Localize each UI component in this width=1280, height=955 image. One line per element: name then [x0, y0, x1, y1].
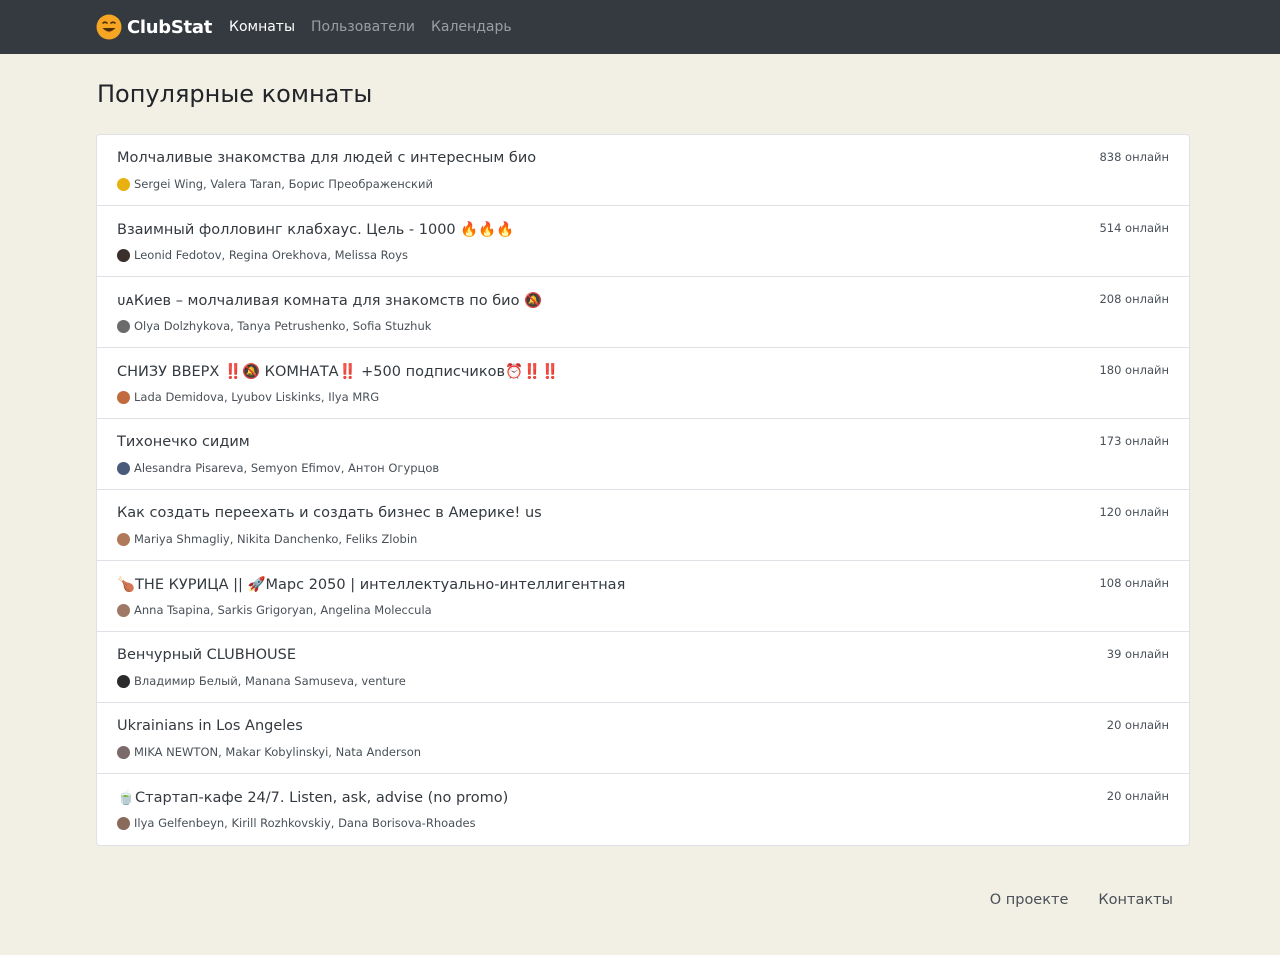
room-speakers-names: Alesandra Pisareva, Semyon Efimov, Антон… [134, 461, 440, 475]
footer: О проекте Контакты [960, 892, 1173, 908]
room-speakers: Ilya Gelfenbeyn, Kirill Rozhkovskiy, Dan… [117, 816, 476, 830]
room-speakers-names: Olya Dolzhykova, Tanya Petrushenko, Sofi… [134, 319, 432, 333]
room-row[interactable]: ᴜᴀКиев – молчаливая комната для знакомст… [97, 277, 1189, 348]
room-speakers-names: Ilya Gelfenbeyn, Kirill Rozhkovskiy, Dan… [134, 816, 476, 830]
room-speakers: Владимир Белый, Manana Samuseva, venture [117, 674, 406, 688]
main-nav: Комнаты Пользователи Календарь [229, 0, 528, 54]
brand-name: ClubStat [127, 16, 212, 38]
top-navbar: ClubStat Комнаты Пользователи Календарь [0, 0, 1280, 54]
avatar [117, 532, 130, 546]
room-online-count: 514 онлайн [1099, 221, 1169, 235]
room-online-count: 20 онлайн [1106, 789, 1169, 803]
room-speakers-names: MIKA NEWTON, Makar Kobylinskyi, Nata And… [134, 745, 422, 759]
room-row[interactable]: Венчурный CLUBHOUSE 39 онлайн Владимир Б… [97, 632, 1189, 703]
room-title[interactable]: Тихонечко сидим [117, 434, 250, 450]
smiley-face-icon [96, 14, 122, 40]
room-title[interactable]: Молчаливые знакомства для людей с интере… [117, 150, 536, 166]
room-row[interactable]: Тихонечко сидим 173 онлайн Alesandra Pis… [97, 419, 1189, 490]
room-speakers-names: Sergei Wing, Valera Taran, Борис Преобра… [134, 177, 433, 191]
room-title[interactable]: Ukrainians in Los Angeles [117, 718, 303, 734]
room-speakers-names: Leonid Fedotov, Regina Orekhova, Melissa… [134, 248, 408, 262]
avatar [117, 816, 130, 830]
room-online-count: 173 онлайн [1099, 434, 1169, 448]
room-online-count: 120 онлайн [1099, 505, 1169, 519]
room-row[interactable]: 🍵Стартап-кафе 24/7. Listen, ask, advise … [97, 774, 1189, 845]
room-speakers: Olya Dolzhykova, Tanya Petrushenko, Sofi… [117, 319, 431, 333]
room-speakers-names: Anna Tsapina, Sarkis Grigoryan, Angelina… [134, 603, 432, 617]
avatar [117, 674, 130, 688]
room-title[interactable]: 🍵Стартап-кафе 24/7. Listen, ask, advise … [117, 789, 508, 806]
room-online-count: 208 онлайн [1099, 292, 1169, 306]
room-speakers-names: Владимир Белый, Manana Samuseva, venture [134, 674, 406, 688]
room-row[interactable]: СНИЗУ ВВЕРХ ‼️🔕 КОМНАТА‼️ +500 подписчик… [97, 348, 1189, 419]
room-speakers: Mariya Shmagliy, Nikita Danchenko, Felik… [117, 532, 417, 546]
room-title[interactable]: СНИЗУ ВВЕРХ ‼️🔕 КОМНАТА‼️ +500 подписчик… [117, 363, 559, 380]
room-title[interactable]: 🍗THE КУРИЦА || 🚀Марс 2050 | интеллектуал… [117, 576, 625, 593]
avatar [117, 248, 130, 262]
room-online-count: 838 онлайн [1099, 150, 1169, 164]
room-title[interactable]: Взаимный фолловинг клабхаус. Цель - 1000… [117, 221, 514, 238]
room-online-count: 108 онлайн [1099, 576, 1169, 590]
room-online-count: 180 онлайн [1099, 363, 1169, 377]
room-title[interactable]: Как создать переехать и создать бизнес в… [117, 505, 542, 521]
avatar [117, 461, 130, 475]
avatar [117, 390, 130, 404]
room-online-count: 39 онлайн [1106, 647, 1169, 661]
room-speakers: Alesandra Pisareva, Semyon Efimov, Антон… [117, 461, 439, 475]
room-speakers-names: Mariya Shmagliy, Nikita Danchenko, Felik… [134, 532, 418, 546]
room-row[interactable]: Ukrainians in Los Angeles 20 онлайн MIKA… [97, 703, 1189, 774]
nav-calendar[interactable]: Календарь [431, 19, 512, 35]
room-title[interactable]: Венчурный CLUBHOUSE [117, 647, 296, 663]
room-online-count: 20 онлайн [1106, 718, 1169, 732]
avatar [117, 603, 130, 617]
avatar [117, 319, 130, 333]
room-speakers: Anna Tsapina, Sarkis Grigoryan, Angelina… [117, 603, 432, 617]
room-row[interactable]: 🍗THE КУРИЦА || 🚀Марс 2050 | интеллектуал… [97, 561, 1189, 632]
room-row[interactable]: Взаимный фолловинг клабхаус. Цель - 1000… [97, 206, 1189, 277]
page-title: Популярные комнаты [97, 80, 373, 108]
room-speakers: Lada Demidova, Lyubov Liskinks, Ilya MRG [117, 390, 379, 404]
room-speakers: Leonid Fedotov, Regina Orekhova, Melissa… [117, 248, 408, 262]
avatar [117, 745, 130, 759]
room-speakers: MIKA NEWTON, Makar Kobylinskyi, Nata And… [117, 745, 421, 759]
nav-rooms[interactable]: Комнаты [229, 19, 295, 35]
room-list: Молчаливые знакомства для людей с интере… [96, 134, 1190, 846]
room-speakers-names: Lada Demidova, Lyubov Liskinks, Ilya MRG [134, 390, 380, 404]
room-row[interactable]: Как создать переехать и создать бизнес в… [97, 490, 1189, 561]
footer-about-link[interactable]: О проекте [990, 892, 1069, 908]
room-title[interactable]: ᴜᴀКиев – молчаливая комната для знакомст… [117, 292, 542, 309]
footer-contacts-link[interactable]: Контакты [1098, 892, 1173, 908]
avatar [117, 177, 130, 191]
room-row[interactable]: Молчаливые знакомства для людей с интере… [97, 135, 1189, 206]
brand-link[interactable]: ClubStat [96, 13, 212, 41]
room-speakers: Sergei Wing, Valera Taran, Борис Преобра… [117, 177, 433, 191]
nav-users[interactable]: Пользователи [311, 19, 415, 35]
